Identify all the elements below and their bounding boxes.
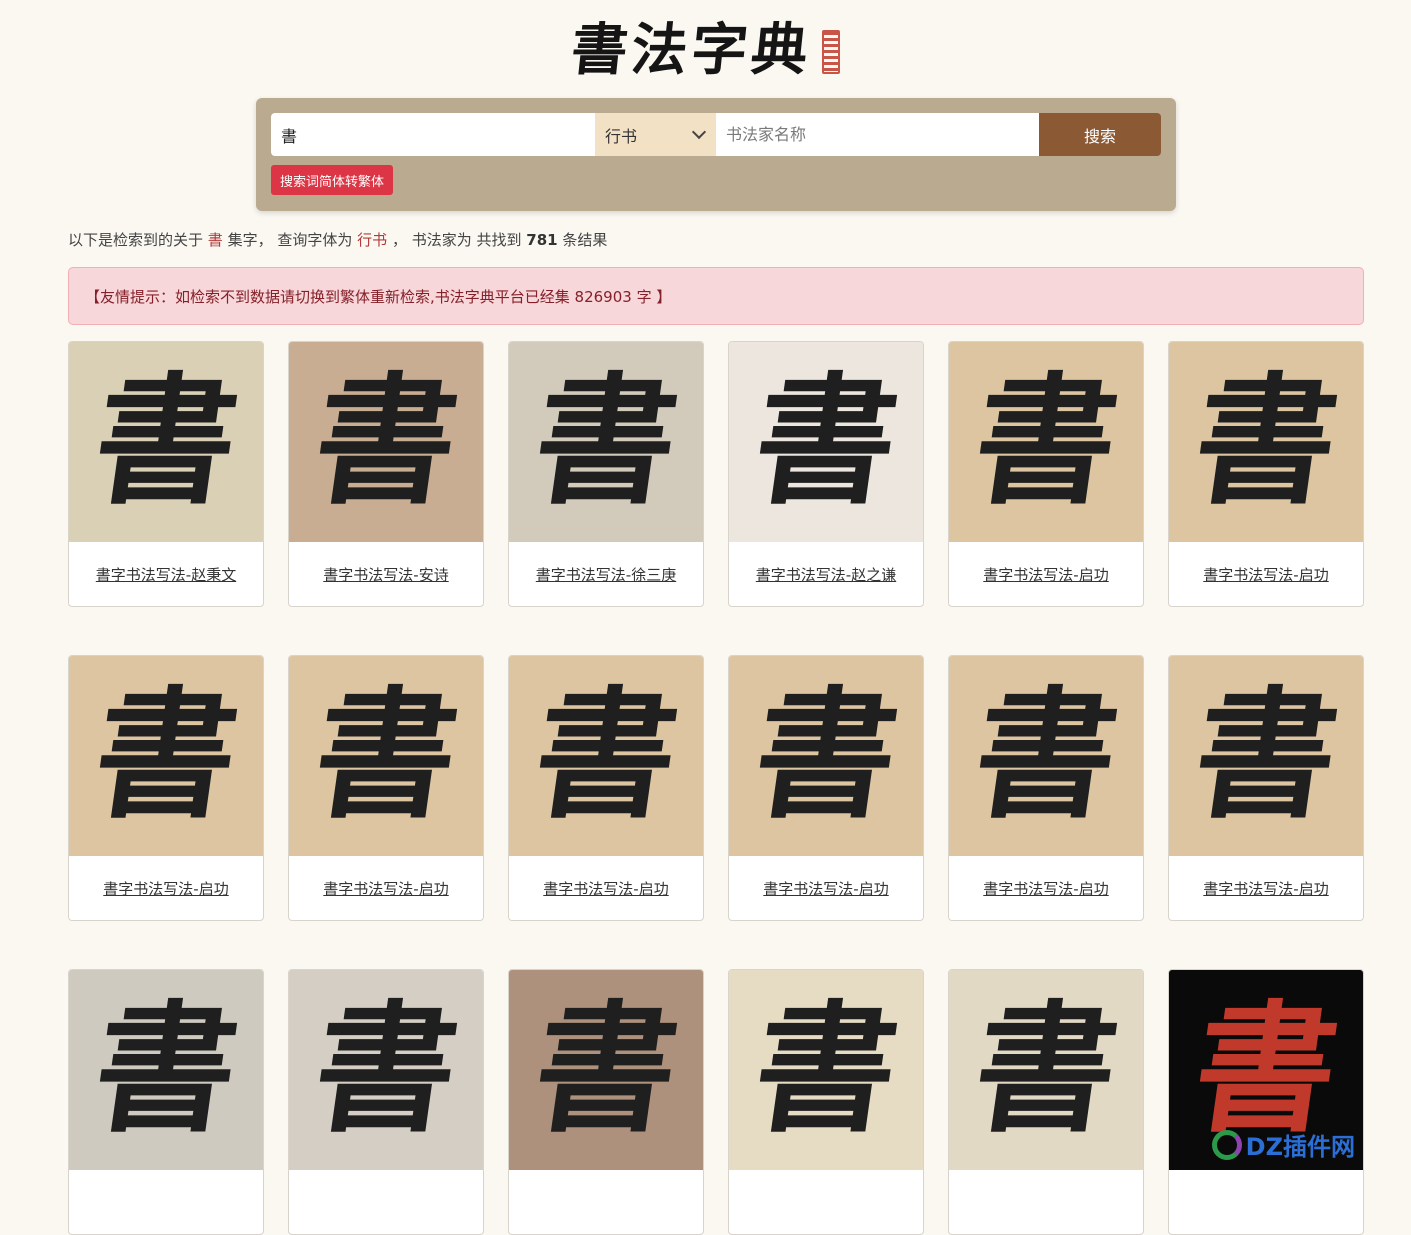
result-card[interactable]: 書書字书法写法-安诗 bbox=[288, 341, 484, 607]
calligraphy-image[interactable]: 書 DZ插件网 bbox=[1169, 970, 1363, 1170]
result-caption-link[interactable]: 書字书法写法-赵秉文 bbox=[69, 542, 263, 606]
calligraphy-image[interactable]: 書 bbox=[729, 656, 923, 856]
watermark-logo: DZ插件网 bbox=[1211, 1127, 1355, 1162]
result-caption-link[interactable] bbox=[1169, 1170, 1363, 1234]
convert-traditional-button[interactable]: 搜索词简体转繁体 bbox=[271, 165, 394, 195]
result-caption-link[interactable]: 書字书法写法-安诗 bbox=[289, 542, 483, 606]
chevron-down-icon bbox=[691, 124, 707, 140]
result-card[interactable]: 書書字书法写法-赵之谦 bbox=[728, 341, 924, 607]
calligraphy-glyph: 書 bbox=[304, 674, 468, 838]
tip-alert-text: 【友情提示：如检索不到数据请切换到繁体重新检索,书法字典平台已经集 826903… bbox=[85, 287, 672, 306]
calligraphy-glyph: 書 bbox=[84, 360, 248, 524]
result-caption-link[interactable]: 書字书法写法-启功 bbox=[949, 856, 1143, 920]
font-style-value: 行书 bbox=[605, 126, 638, 146]
calligraphy-image[interactable]: 書 bbox=[949, 970, 1143, 1170]
calligraphy-image[interactable]: 書 bbox=[1169, 342, 1363, 542]
calligraphy-glyph: 書 bbox=[304, 360, 468, 524]
result-caption-link[interactable]: 書字书法写法-启功 bbox=[1169, 856, 1363, 920]
search-row: 行书 搜索 bbox=[271, 113, 1161, 156]
calligraphy-image[interactable]: 書 bbox=[729, 970, 923, 1170]
result-card[interactable]: 書 bbox=[948, 969, 1144, 1235]
result-card[interactable]: 書 bbox=[508, 969, 704, 1235]
watermark-icon bbox=[1211, 1129, 1242, 1160]
calligraphy-image[interactable]: 書 bbox=[69, 656, 263, 856]
result-card[interactable]: 書書字书法写法-启功 bbox=[728, 655, 924, 921]
result-caption-link[interactable]: 書字书法写法-启功 bbox=[729, 856, 923, 920]
result-card[interactable]: 書 bbox=[68, 969, 264, 1235]
calligraphy-glyph: 書 bbox=[1184, 360, 1348, 524]
seal-icon bbox=[821, 30, 840, 74]
result-card[interactable]: 書書字书法写法-赵秉文 bbox=[68, 341, 264, 607]
result-summary: 以下是检索到的关于 書 集字， 查询字体为 行书 ， 书法家为 共找到 781 … bbox=[68, 229, 607, 250]
summary-char: 書 bbox=[207, 231, 223, 249]
result-caption-link[interactable] bbox=[289, 1170, 483, 1234]
calligraphy-image[interactable]: 書 bbox=[509, 342, 703, 542]
calligraphy-image[interactable]: 書 bbox=[289, 342, 483, 542]
calligraphy-image[interactable]: 書 bbox=[69, 970, 263, 1170]
calligraphy-glyph: 書 bbox=[964, 360, 1128, 524]
result-count: 781 bbox=[526, 231, 558, 249]
summary-style: 行书 bbox=[357, 231, 388, 249]
calligraphy-glyph: 書 bbox=[744, 360, 908, 524]
result-caption-link[interactable] bbox=[69, 1170, 263, 1234]
calligraphy-glyph: 書 bbox=[304, 988, 468, 1152]
calligraphy-image[interactable]: 書 bbox=[1169, 656, 1363, 856]
result-caption-link[interactable]: 書字书法写法-徐三庚 bbox=[509, 542, 703, 606]
site-logo[interactable]: 書法字典 bbox=[0, 0, 1411, 90]
result-caption-link[interactable]: 書字书法写法-赵之谦 bbox=[729, 542, 923, 606]
search-input[interactable] bbox=[271, 113, 595, 156]
tip-alert: 【友情提示：如检索不到数据请切换到繁体重新检索,书法字典平台已经集 826903… bbox=[68, 267, 1364, 325]
calligraphy-image[interactable]: 書 bbox=[729, 342, 923, 542]
result-caption-link[interactable]: 書字书法写法-启功 bbox=[289, 856, 483, 920]
summary-text: 以下是检索到的关于 bbox=[68, 231, 204, 249]
result-caption-link[interactable]: 書字书法写法-启功 bbox=[1169, 542, 1363, 606]
result-card[interactable]: 書書字书法写法-启功 bbox=[1168, 341, 1364, 607]
search-button[interactable]: 搜索 bbox=[1039, 113, 1161, 156]
calligraphy-image[interactable]: 書 bbox=[289, 970, 483, 1170]
result-card[interactable]: 書書字书法写法-启功 bbox=[1168, 655, 1364, 921]
calligraphy-glyph: 書 bbox=[744, 988, 908, 1152]
result-card[interactable]: 書書字书法写法-启功 bbox=[508, 655, 704, 921]
calligraphy-glyph: 書 bbox=[1184, 674, 1348, 838]
result-card[interactable]: 書書字书法写法-徐三庚 bbox=[508, 341, 704, 607]
result-card[interactable]: 書 bbox=[288, 969, 484, 1235]
calligraphy-glyph: 書 bbox=[524, 674, 688, 838]
author-input[interactable] bbox=[716, 113, 1039, 156]
result-card[interactable]: 書書字书法写法-启功 bbox=[288, 655, 484, 921]
calligraphy-image[interactable]: 書 bbox=[949, 342, 1143, 542]
result-caption-link[interactable] bbox=[949, 1170, 1143, 1234]
calligraphy-glyph: 書 bbox=[524, 988, 688, 1152]
logo-text: 書法字典 bbox=[567, 16, 815, 83]
calligraphy-glyph: 書 bbox=[84, 674, 248, 838]
result-card[interactable]: 書書字书法写法-启功 bbox=[948, 341, 1144, 607]
font-style-select[interactable]: 行书 bbox=[595, 113, 716, 156]
watermark-text: DZ插件网 bbox=[1245, 1133, 1355, 1161]
calligraphy-image[interactable]: 書 bbox=[509, 656, 703, 856]
result-card[interactable]: 書書字书法写法-启功 bbox=[68, 655, 264, 921]
calligraphy-glyph: 書 bbox=[964, 674, 1128, 838]
summary-text: ， 书法家为 共找到 bbox=[391, 231, 522, 249]
calligraphy-image[interactable]: 書 bbox=[69, 342, 263, 542]
search-panel: 行书 搜索 搜索词简体转繁体 bbox=[256, 98, 1176, 211]
summary-text: 条结果 bbox=[562, 231, 608, 249]
result-card[interactable]: 書 DZ插件网 bbox=[1168, 969, 1364, 1235]
calligraphy-glyph: 書 bbox=[524, 360, 688, 524]
calligraphy-image[interactable]: 書 bbox=[509, 970, 703, 1170]
calligraphy-image[interactable]: 書 bbox=[949, 656, 1143, 856]
summary-text: 集字， 查询字体为 bbox=[227, 231, 353, 249]
result-card[interactable]: 書 bbox=[728, 969, 924, 1235]
calligraphy-image[interactable]: 書 bbox=[289, 656, 483, 856]
result-caption-link[interactable] bbox=[729, 1170, 923, 1234]
result-caption-link[interactable]: 書字书法写法-启功 bbox=[509, 856, 703, 920]
result-caption-link[interactable]: 書字书法写法-启功 bbox=[69, 856, 263, 920]
calligraphy-glyph: 書 bbox=[84, 988, 248, 1152]
result-caption-link[interactable]: 書字书法写法-启功 bbox=[949, 542, 1143, 606]
result-card[interactable]: 書書字书法写法-启功 bbox=[948, 655, 1144, 921]
result-caption-link[interactable] bbox=[509, 1170, 703, 1234]
calligraphy-glyph: 書 bbox=[964, 988, 1128, 1152]
calligraphy-glyph: 書 bbox=[1184, 988, 1348, 1152]
calligraphy-glyph: 書 bbox=[744, 674, 908, 838]
